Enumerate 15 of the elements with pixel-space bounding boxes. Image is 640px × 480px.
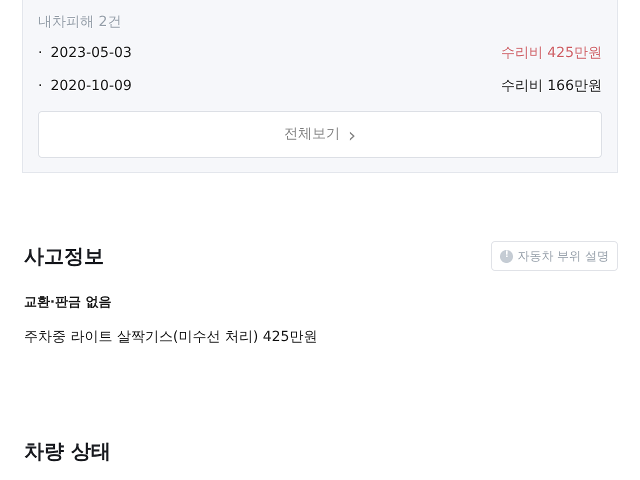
help-button[interactable]: ! 자동차 부위 설명: [491, 241, 618, 271]
accident-detail: 주차중 라이트 살짝기스(미수선 처리) 425만원: [24, 328, 318, 346]
section-heading: 사고정보: [24, 243, 104, 270]
record-date: 2023-05-03: [50, 44, 132, 63]
subheading: 교환·판금 없음: [24, 294, 112, 312]
view-all-button[interactable]: 전체보기 ›: [38, 111, 602, 158]
card-title: 내차피해 2건: [38, 13, 122, 32]
bullet-mark: ·: [38, 44, 42, 63]
chevron-icon: ›: [348, 120, 356, 150]
section-heading: 차량 상태: [24, 438, 112, 464]
repair-cost: 수리비 425만원: [500, 44, 602, 63]
info-icon: !: [500, 250, 514, 262]
repair-cost: 수리비 166만원: [500, 77, 602, 96]
bullet-mark: ·: [38, 77, 42, 96]
record-date: 2020-10-09: [50, 77, 132, 96]
